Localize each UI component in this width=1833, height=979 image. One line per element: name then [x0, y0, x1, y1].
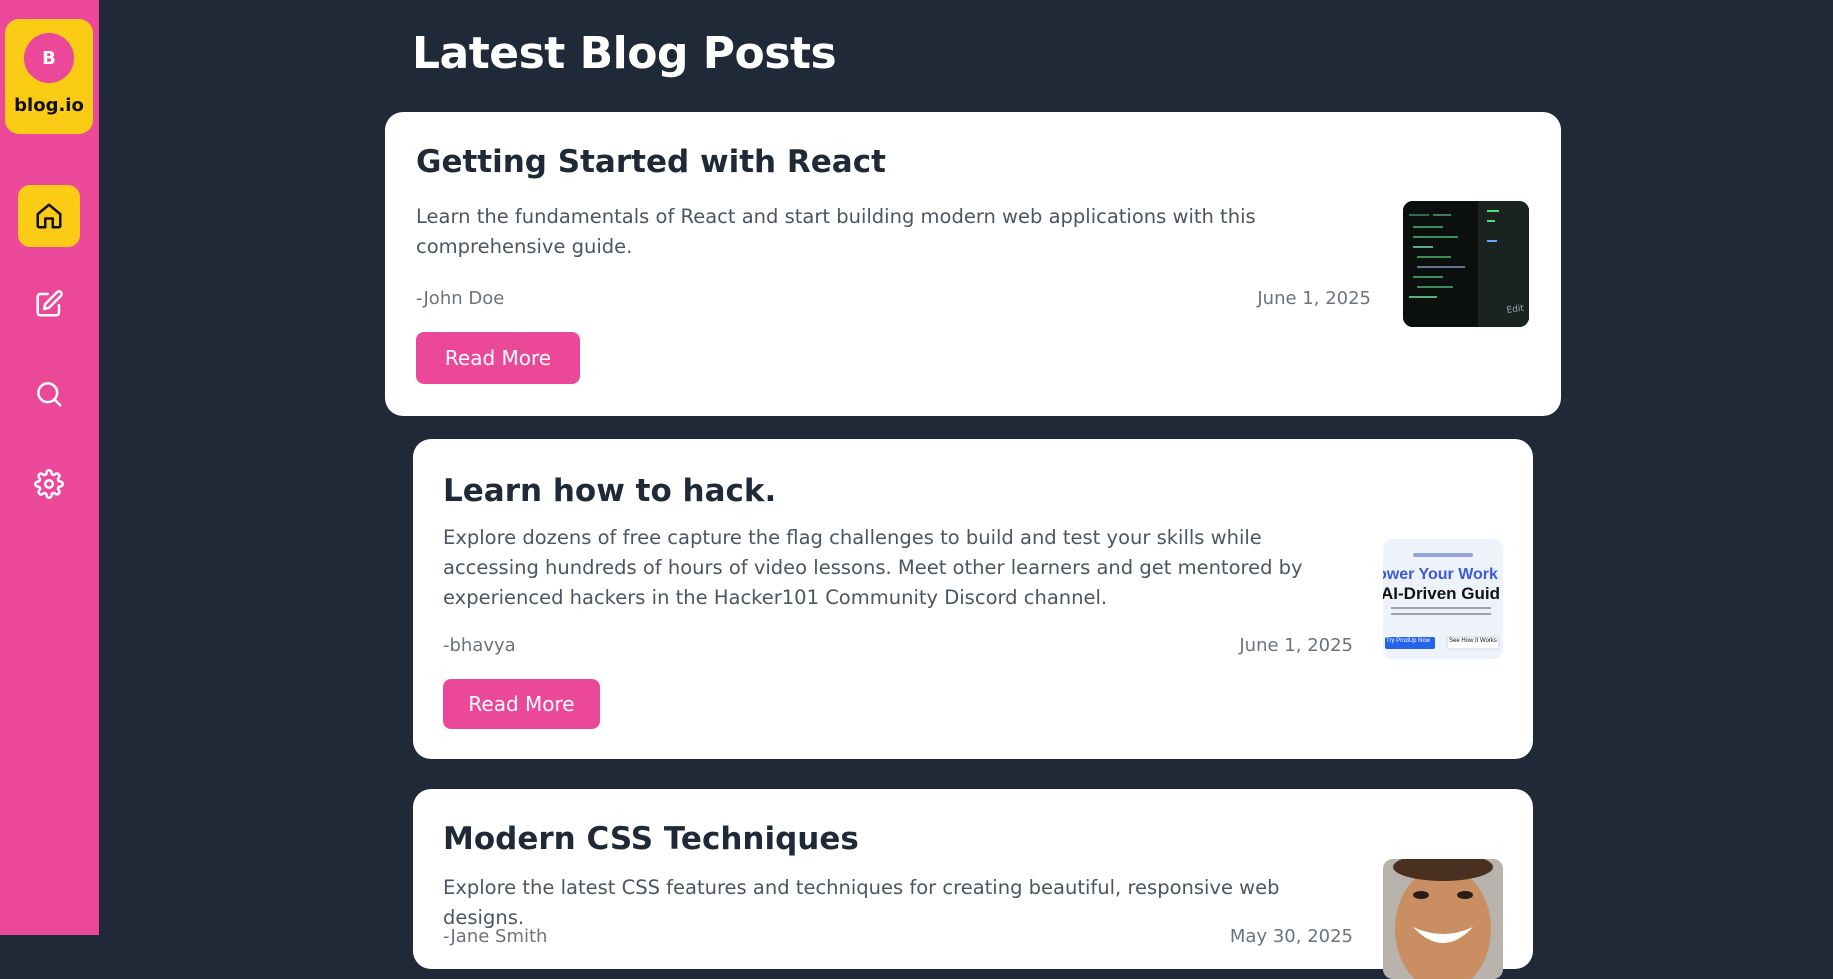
sidebar: B blog.io: [0, 0, 99, 935]
edit-icon: [36, 290, 63, 317]
post-title[interactable]: Learn how to hack.: [443, 473, 776, 509]
brand-name: blog.io: [14, 95, 84, 116]
thumbnail-cta-secondary: See How It Works: [1449, 638, 1497, 644]
post-author: -John Doe: [416, 288, 505, 309]
read-more-button[interactable]: Read More: [443, 679, 600, 729]
thumbnail-cta-primary: Try ProdUp Now: [1386, 638, 1431, 644]
post-card: Learn how to hack. Explore dozens of fre…: [413, 439, 1533, 759]
home-icon: [36, 203, 62, 229]
post-card: Getting Started with React Learn the fun…: [385, 112, 1561, 416]
smiling-man-photo: [1383, 859, 1503, 979]
post-title[interactable]: Getting Started with React: [416, 144, 886, 180]
brand-logo[interactable]: B blog.io: [5, 19, 93, 134]
post-date: May 30, 2025: [1229, 926, 1353, 947]
post-excerpt: Explore the latest CSS features and tech…: [443, 876, 1280, 929]
post-date: June 1, 2025: [1239, 635, 1353, 656]
gear-icon: [34, 469, 64, 499]
post-thumbnail[interactable]: ower Your Work AI-Driven Guid Try ProdUp…: [1383, 539, 1503, 659]
read-more-button[interactable]: Read More: [416, 332, 580, 384]
post-excerpt: Learn the fundamentals of React and star…: [416, 205, 1256, 258]
sidebar-item-search[interactable]: [18, 363, 80, 425]
sidebar-item-write[interactable]: [18, 273, 80, 335]
post-thumbnail[interactable]: [1383, 859, 1503, 979]
sidebar-item-settings[interactable]: [18, 453, 80, 515]
sidebar-item-home[interactable]: [18, 185, 80, 247]
code-editor-image: Edit: [1403, 201, 1529, 327]
post-excerpt: Explore dozens of free capture the flag …: [443, 526, 1303, 609]
thumbnail-headline-2: AI-Driven Guid: [1383, 584, 1501, 603]
post-thumbnail[interactable]: Edit: [1403, 201, 1529, 327]
post-author: -bhavya: [443, 635, 516, 656]
brand-initial: B: [24, 33, 74, 83]
post-title[interactable]: Modern CSS Techniques: [443, 821, 859, 857]
post-card: Modern CSS Techniques Explore the latest…: [413, 789, 1533, 979]
search-icon: [37, 382, 62, 407]
post-date: June 1, 2025: [1257, 288, 1371, 309]
post-author: -Jane Smith: [443, 926, 548, 947]
page-title: Latest Blog Posts: [412, 28, 837, 79]
thumbnail-headline-1: ower Your Work: [1383, 566, 1498, 583]
